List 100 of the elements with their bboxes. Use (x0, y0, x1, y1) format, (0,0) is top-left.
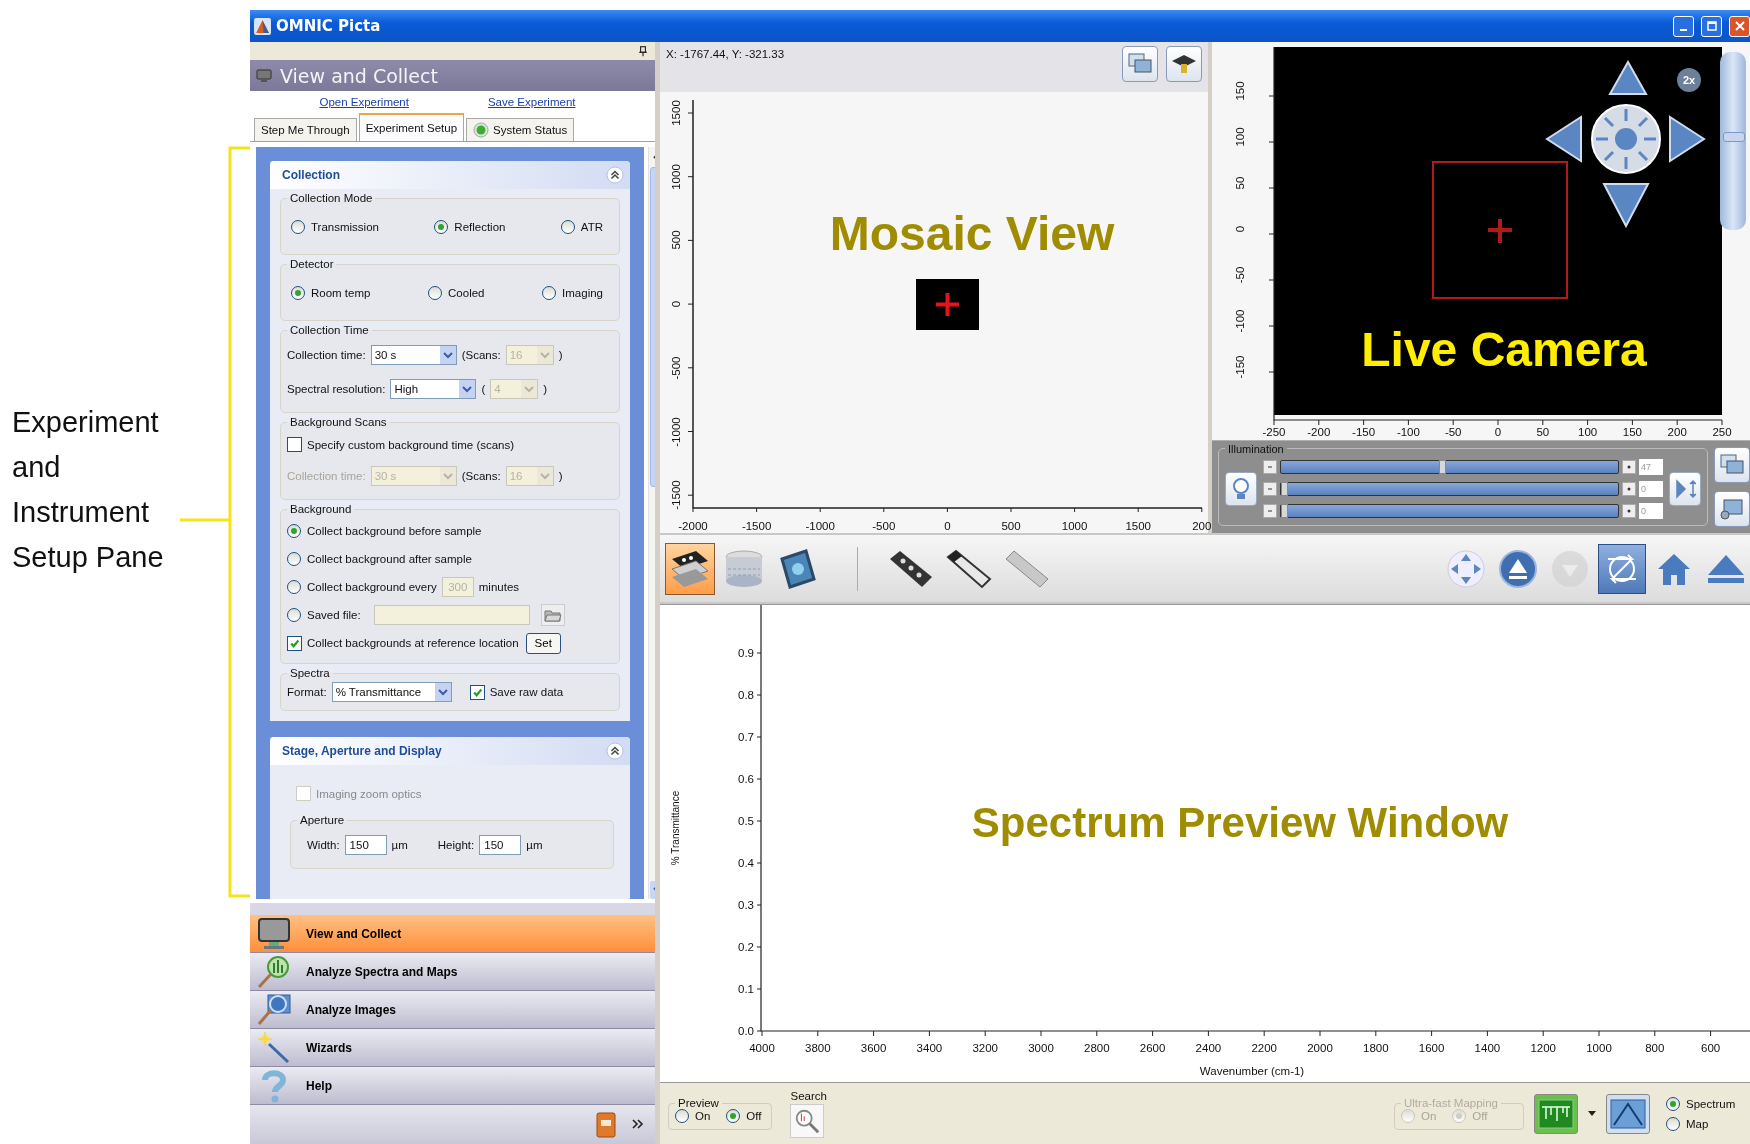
slider-value: 47 (1639, 458, 1663, 475)
axis-tick-label: 1600 (1418, 1042, 1445, 1054)
axis-tick-label: -100 (1396, 426, 1420, 438)
dropdown[interactable]: High (390, 379, 477, 399)
axis-tick-label: 250 (1712, 426, 1732, 438)
field-label: (Scans: (461, 470, 501, 482)
radio-label[interactable]: Imaging (562, 287, 603, 299)
axis-tick-label: 800 (1645, 1042, 1665, 1054)
axis-tick-label: 150 (1622, 426, 1642, 438)
nav-button[interactable]: Analyze Spectra and Maps (250, 953, 655, 991)
axis-tick-label: -1000 (670, 416, 682, 447)
axis-tick-label: 1500 (1125, 520, 1151, 532)
axis-tick-label: -100 (1234, 309, 1246, 333)
axis-tick-label: 100 (1234, 127, 1246, 147)
axis-tick-label: 0.7 (738, 731, 754, 743)
axis-tick-label: -1500 (670, 480, 682, 510)
radio-label[interactable]: Map (1686, 1117, 1709, 1130)
field-label: Spectral resolution: (287, 383, 386, 395)
unit-label: µm (526, 839, 543, 851)
axis-tick-label: 1000 (670, 163, 682, 190)
radio-label[interactable]: ATR (580, 221, 603, 233)
coordinates-readout: X: -1767.44, Y: -321.33 (666, 47, 785, 60)
group-label: Collection Mode (289, 192, 374, 204)
axis-tick-label: 1000 (1586, 1042, 1612, 1054)
radio-label[interactable]: Collect background before sample (307, 525, 482, 537)
nav-button[interactable]: Wizards (250, 1029, 655, 1067)
dropdown[interactable]: 30 s (370, 345, 457, 365)
unit-label: minutes (478, 581, 520, 593)
dropdown[interactable]: % Transmittance (331, 682, 452, 702)
axis-tick-label: 150 (1234, 81, 1246, 101)
field-label: (Scans: (461, 349, 501, 361)
group-label: Spectra (289, 667, 331, 679)
axis-tick-label: 200 (1192, 520, 1212, 532)
group-label: Illumination (1227, 442, 1285, 455)
axis-tick-label: 3000 (1028, 1042, 1054, 1054)
tab[interactable]: System Status (466, 118, 575, 141)
nav-button[interactable]: View and Collect (250, 915, 655, 953)
input-field[interactable]: 150 (479, 835, 522, 855)
radio-label[interactable]: Cooled (448, 287, 485, 299)
axis-tick-label: -150 (1352, 426, 1376, 438)
tab[interactable]: Step Me Through (254, 118, 357, 141)
field-label: ( (481, 383, 486, 395)
axis-tick-label: -1500 (741, 520, 772, 532)
axis-tick-label: -1000 (805, 520, 835, 532)
axis-tick-label: 0.6 (738, 773, 754, 785)
link[interactable]: Save Experiment (487, 96, 576, 108)
radio-label[interactable]: Saved file: (307, 609, 361, 621)
tab[interactable]: Experiment Setup (358, 113, 465, 141)
checkbox-label[interactable]: Save raw data (489, 686, 564, 698)
axis-tick-label: 0 (1494, 426, 1502, 438)
axis-tick-label: -250 (1262, 426, 1286, 438)
radio-label[interactable]: Collect background after sample (307, 553, 472, 565)
axis-tick-label: -150 (1234, 355, 1246, 379)
axis-tick-label: 1200 (1530, 1042, 1556, 1054)
axis-tick-label: -50 (1444, 426, 1462, 438)
nav-button[interactable]: Analyze Images (250, 991, 655, 1029)
window-title: OMNIC Picta (276, 17, 381, 35)
radio-label[interactable]: Reflection (454, 221, 506, 233)
nav-button[interactable]: Help (250, 1067, 655, 1105)
slider-value: 0 (1639, 502, 1663, 519)
axis-tick-label: 2600 (1139, 1042, 1166, 1054)
axis-tick-label: 3200 (972, 1042, 998, 1054)
slider-value: 0 (1639, 480, 1663, 497)
axis-tick-label: -50 (1234, 266, 1246, 284)
radio-label[interactable]: Collect background every (307, 581, 437, 593)
radio-label[interactable]: Off (746, 1110, 762, 1122)
radio-label[interactable]: On (695, 1110, 711, 1122)
axis-tick-label: -500 (872, 520, 896, 532)
overlay-label: Mosaic View (829, 205, 1115, 261)
axis-tick-label: 500 (670, 230, 682, 250)
axis-tick-label: 4000 (749, 1042, 775, 1054)
axis-tick-label: 3600 (860, 1042, 887, 1054)
input-field[interactable]: 150 (344, 835, 387, 855)
axis-tick-label: 0.8 (738, 689, 754, 701)
axis-title: Wavenumber (cm-1) (1199, 1065, 1305, 1077)
section-header[interactable]: Collection (270, 161, 630, 189)
axis-tick-label: 0 (944, 520, 951, 532)
annotation-label: Experiment and Instrument Setup Pane (12, 405, 165, 575)
axis-tick-label: 1400 (1474, 1042, 1501, 1054)
axis-tick-label: 500 (1001, 520, 1021, 532)
axis-tick-label: 100 (1578, 426, 1598, 438)
section-header[interactable]: Stage, Aperture and Display (270, 737, 630, 765)
radio-label[interactable]: Spectrum (1686, 1097, 1736, 1110)
link[interactable]: Open Experiment (319, 96, 409, 108)
axis-tick-label: 3400 (916, 1042, 943, 1054)
set-button[interactable]: Set (525, 632, 561, 654)
axis-tick-label: 2800 (1084, 1042, 1110, 1054)
overlay-label: Spectrum Preview Window (971, 799, 1509, 847)
axis-tick-label: 1800 (1363, 1042, 1389, 1054)
axis-tick-label: -200 (1307, 426, 1331, 438)
group-label: Preview (677, 1097, 720, 1109)
axis-tick-label: 0.5 (738, 815, 754, 827)
checkbox-label[interactable]: Collect backgrounds at reference location (307, 637, 519, 649)
axis-tick-label: -500 (670, 356, 682, 380)
radio-label[interactable]: Room temp (311, 287, 371, 299)
checkbox-label[interactable]: Specify custom background time (scans) (307, 438, 515, 451)
search-label: Search (790, 1089, 827, 1102)
axis-tick-label: 0.4 (738, 857, 754, 869)
axis-tick-label: 600 (1701, 1042, 1721, 1054)
radio-label[interactable]: Transmission (311, 221, 379, 233)
